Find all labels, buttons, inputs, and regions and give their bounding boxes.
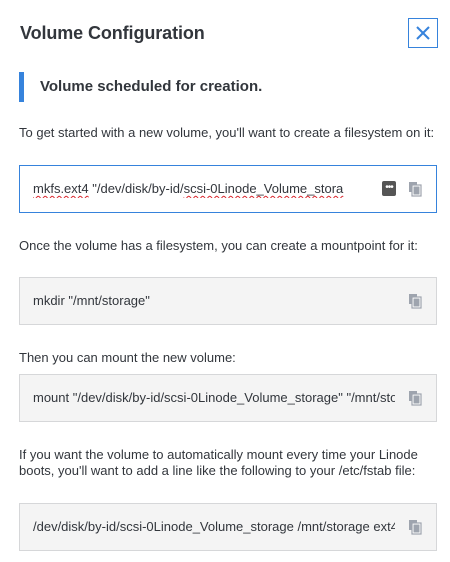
mount-command-field[interactable]: mount "/dev/disk/by-id/scsi-0Linode_Volu… [19,374,437,422]
copy-fstab-command-button[interactable] [406,518,424,536]
mount-instructions: Then you can mount the new volume: [19,350,236,365]
close-button[interactable] [408,18,438,48]
copy-mountpoint-command-button[interactable] [406,292,424,310]
copy-filesystem-command-button[interactable] [406,180,424,198]
mount-command-text[interactable]: mount "/dev/disk/by-id/scsi-0Linode_Volu… [33,389,395,407]
overflow-indicator: ••• [382,181,396,196]
fstab-command-text[interactable]: /dev/disk/by-id/scsi-0Linode_Volume_stor… [33,518,395,536]
copy-mount-command-button[interactable] [406,389,424,407]
dialog-title: Volume Configuration [20,23,205,43]
filesystem-command-field[interactable]: mkfs.ext4 "/dev/disk/by-id/scsi-0Linode_… [19,165,437,213]
mountpoint-command-text[interactable]: mkdir "/mnt/storage" [33,292,395,310]
volume-configuration-dialog: Volume Configuration Volume scheduled fo… [0,0,450,562]
copy-icon [409,182,422,197]
notice-accent-bar [19,72,24,102]
copy-icon [409,391,422,406]
success-notice: Volume scheduled for creation. [19,72,434,102]
copy-icon [409,294,422,309]
mountpoint-command-field[interactable]: mkdir "/mnt/storage" [19,277,437,325]
filesystem-command-path-id: scsi-0Linode_Volume_stora [183,181,344,196]
notice-text: Volume scheduled for creation. [40,78,263,95]
filesystem-instructions: To get started with a new volume, you'll… [19,125,435,140]
close-icon [416,26,430,40]
filesystem-command-path-start: "/dev/disk/by-id/ [88,181,184,196]
filesystem-command-text[interactable]: mkfs.ext4 "/dev/disk/by-id/scsi-0Linode_… [33,180,395,198]
fstab-command-field[interactable]: /dev/disk/by-id/scsi-0Linode_Volume_stor… [19,503,437,551]
copy-icon [409,520,422,535]
mountpoint-instructions: Once the volume has a filesystem, you ca… [19,238,418,253]
filesystem-command-prefix: mkfs.ext4 [33,181,89,196]
fstab-instructions: If you want the volume to automatically … [19,447,418,478]
